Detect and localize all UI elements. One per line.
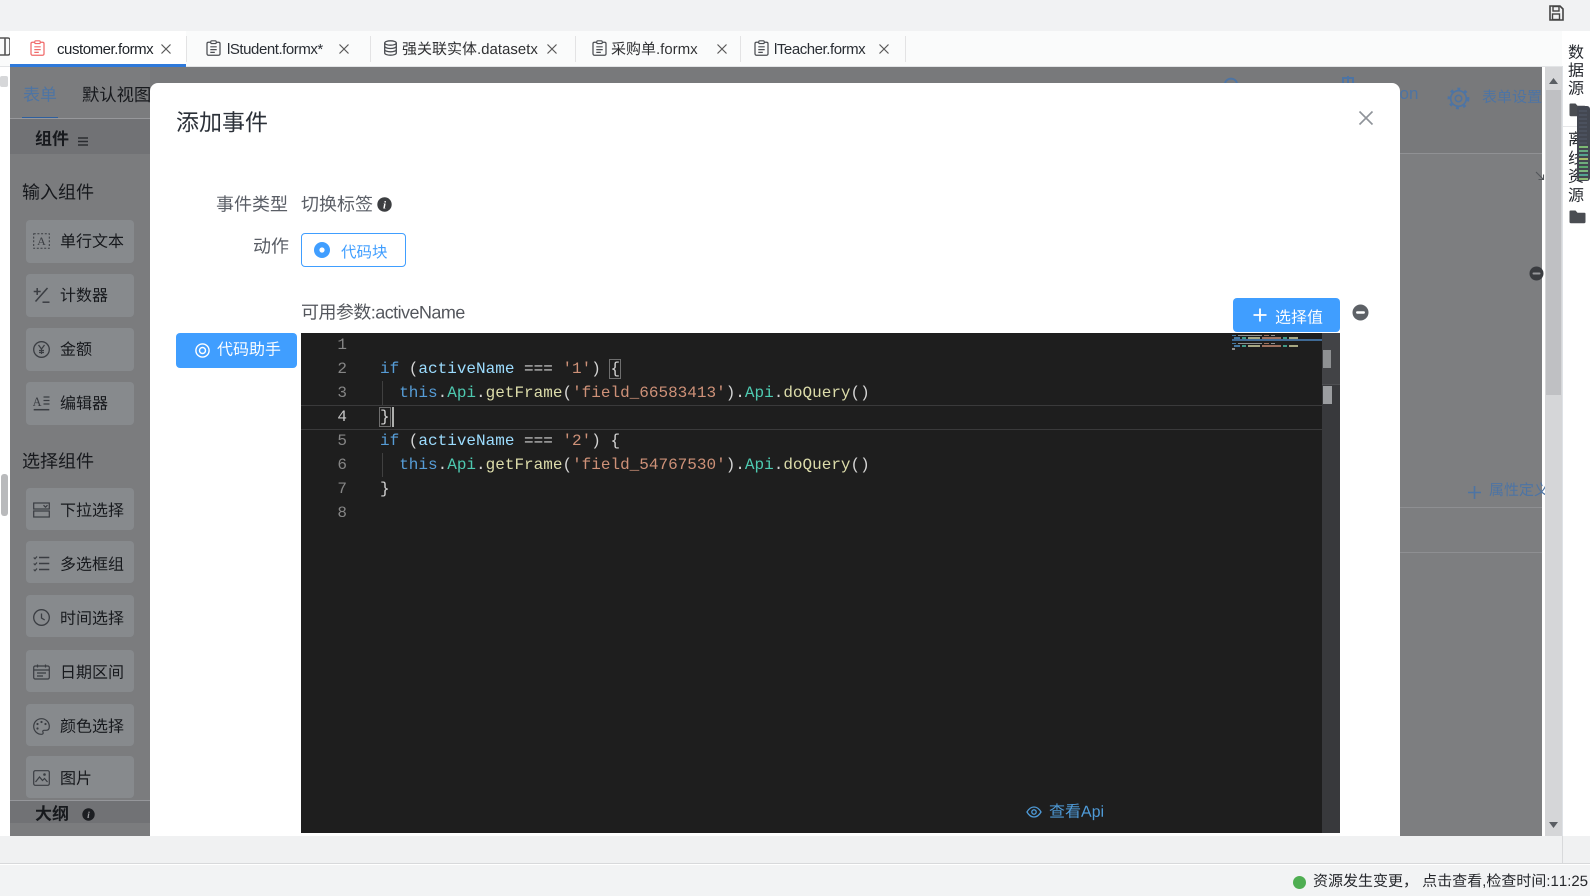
- svg-text:A: A: [37, 234, 46, 248]
- svg-text:i: i: [87, 811, 90, 821]
- svg-text:A: A: [33, 395, 42, 409]
